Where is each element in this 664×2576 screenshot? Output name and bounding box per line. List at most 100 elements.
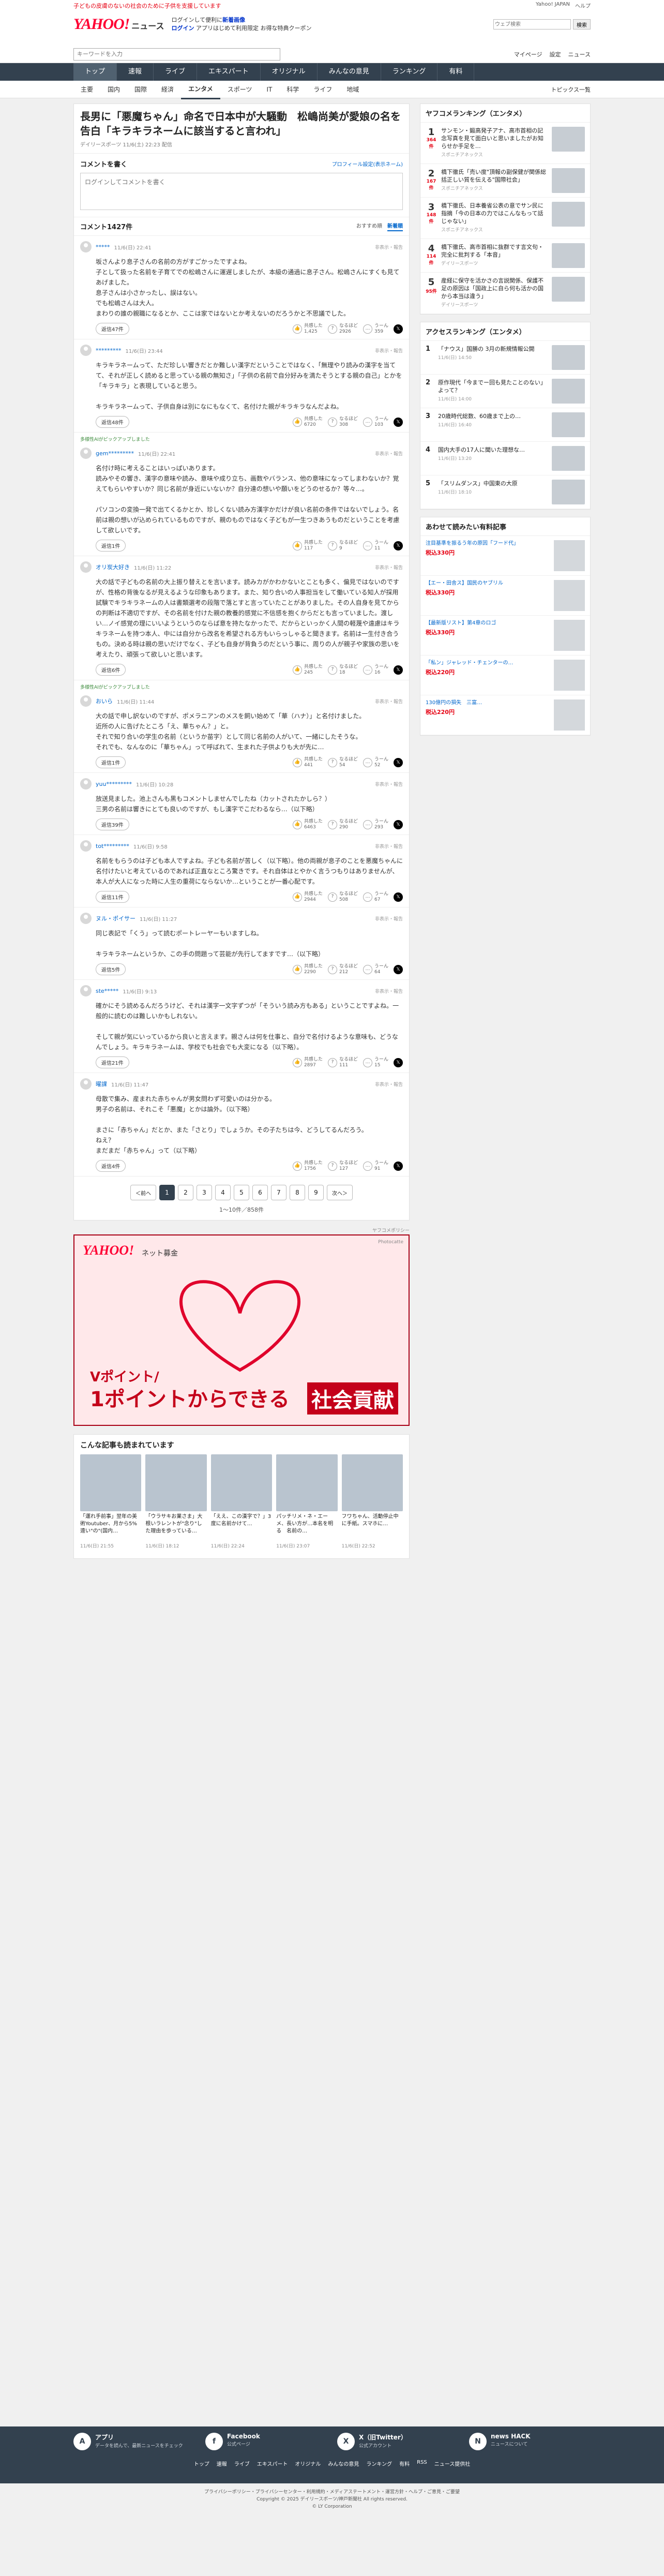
- page-7[interactable]: 7: [271, 1185, 286, 1200]
- paid-article[interactable]: 【エー・田舎ス】国民のヤブリル 税込330円: [420, 576, 590, 616]
- yahoo-logo[interactable]: YAHOO! ニュース: [73, 16, 164, 33]
- avatar[interactable]: [80, 561, 92, 573]
- avatar[interactable]: [80, 778, 92, 790]
- footer-col[interactable]: A アプリ データを読んで、最新ニュースをチェック: [73, 2433, 195, 2450]
- legal-links[interactable]: プライバシーポリシー・プライバシーセンター・利用規約・メディアステートメント・運…: [0, 2489, 664, 2496]
- page-2[interactable]: 2: [178, 1185, 193, 1200]
- hmm-reaction[interactable]: … うーん 52: [363, 757, 388, 768]
- good-reaction[interactable]: 👍 共感した 245: [292, 664, 323, 676]
- hmm-reaction[interactable]: … うーん 91: [363, 1160, 388, 1172]
- cat-science[interactable]: 科学: [279, 81, 306, 98]
- nasruhodo-reaction[interactable]: ? なるほど 212: [327, 964, 358, 975]
- top-link-yahoo[interactable]: Yahoo! JAPAN: [536, 2, 570, 10]
- top-link-help[interactable]: ヘルプ: [575, 2, 591, 10]
- related-article[interactable]: パッチリメ・ネ・エーメ、長い方が…本名を明る 名前の… 11/6(日) 23:07: [276, 1454, 338, 1549]
- news-link[interactable]: ニュース: [568, 50, 591, 58]
- related-article[interactable]: 「ウラサキお業さま」大根いラレントが"念り"した理由を歩っている… 11/6(日)…: [145, 1454, 207, 1549]
- x-share-icon[interactable]: 𝕏: [394, 820, 403, 829]
- comment-user[interactable]: gem*********: [96, 450, 134, 457]
- reply-button[interactable]: 返信39件: [96, 818, 129, 830]
- x-share-icon[interactable]: 𝕏: [394, 541, 403, 550]
- footer-link[interactable]: 速報: [217, 2460, 227, 2467]
- access-item[interactable]: 5 「スリムダンス」中国東の大原 11/6(日) 18:10: [420, 475, 590, 509]
- good-reaction[interactable]: 👍 共感した 441: [292, 757, 323, 768]
- avatar[interactable]: [80, 345, 92, 356]
- avatar[interactable]: [80, 840, 92, 852]
- footer-link[interactable]: みんなの意見: [328, 2460, 359, 2467]
- profile-settings-link[interactable]: プロフィール設定(表示ネーム): [332, 160, 403, 168]
- comment-user[interactable]: *********: [96, 347, 122, 354]
- reply-button[interactable]: 返信21件: [96, 1056, 129, 1068]
- cat-domestic[interactable]: 国内: [100, 81, 127, 98]
- good-reaction[interactable]: 👍 共感した 2897: [292, 1057, 323, 1068]
- x-share-icon[interactable]: 𝕏: [394, 417, 403, 427]
- reply-button[interactable]: 返信1件: [96, 540, 126, 552]
- report-link[interactable]: 非表示・報告: [375, 781, 403, 787]
- nav-expert[interactable]: エキスパート: [197, 63, 261, 81]
- next-page-button[interactable]: 次へ＞: [327, 1185, 353, 1200]
- comment-input[interactable]: [80, 173, 403, 210]
- nasruhodo-reaction[interactable]: ? なるほど 9: [327, 540, 358, 552]
- comment-user[interactable]: おいら: [96, 697, 113, 705]
- report-link[interactable]: 非表示・報告: [375, 244, 403, 250]
- ranking-item[interactable]: 2 167件 橋下徹氏「売い度"頂報の副保健が関係総括正しい質を伝える"国際社会」ス…: [420, 164, 590, 198]
- comment-user[interactable]: yuu*********: [96, 781, 132, 787]
- x-share-icon[interactable]: 𝕏: [394, 757, 403, 767]
- reply-button[interactable]: 返信4件: [96, 1160, 126, 1172]
- cat-life[interactable]: ライフ: [306, 81, 339, 98]
- footer-link[interactable]: ライブ: [234, 2460, 250, 2467]
- hmm-reaction[interactable]: … うーん 16: [363, 664, 388, 676]
- sort-newest[interactable]: 新着順: [387, 221, 403, 231]
- x-share-icon[interactable]: 𝕏: [394, 964, 403, 974]
- hmm-reaction[interactable]: … うーん 359: [363, 323, 388, 335]
- nasruhodo-reaction[interactable]: ? なるほど 127: [327, 1160, 358, 1172]
- report-link[interactable]: 非表示・報告: [375, 564, 403, 571]
- report-link[interactable]: 非表示・報告: [375, 450, 403, 457]
- nasruhodo-reaction[interactable]: ? なるほど 2926: [327, 323, 358, 335]
- comment-user[interactable]: 曜課: [96, 1080, 107, 1088]
- access-item[interactable]: 3 20歳時代総数、60歳まで上の… 11/6(日) 16:40: [420, 408, 590, 442]
- avatar[interactable]: [80, 913, 92, 924]
- report-link[interactable]: 非表示・報告: [375, 698, 403, 705]
- nasruhodo-reaction[interactable]: ? なるほど 18: [327, 664, 358, 676]
- mypage-link[interactable]: マイページ: [514, 50, 542, 58]
- topics-list-link[interactable]: トピックス一覧: [551, 85, 591, 94]
- news-search-input[interactable]: [73, 48, 280, 61]
- footer-link[interactable]: 有料: [399, 2460, 410, 2467]
- nav-breaking[interactable]: 速報: [117, 63, 154, 81]
- sort-recommended[interactable]: おすすめ順: [356, 221, 382, 231]
- avatar[interactable]: [80, 1078, 92, 1090]
- reply-button[interactable]: 返信6件: [96, 664, 126, 676]
- footer-link[interactable]: トップ: [194, 2460, 209, 2467]
- nav-top[interactable]: トップ: [73, 63, 117, 81]
- page-6[interactable]: 6: [252, 1185, 268, 1200]
- nasruhodo-reaction[interactable]: ? なるほど 290: [327, 819, 358, 830]
- comment-user[interactable]: *****: [96, 244, 110, 250]
- web-search-button[interactable]: 検索: [573, 19, 591, 29]
- report-link[interactable]: 非表示・報告: [375, 915, 403, 922]
- page-3[interactable]: 3: [197, 1185, 212, 1200]
- nav-original[interactable]: オリジナル: [261, 63, 318, 81]
- web-search-input[interactable]: [493, 19, 571, 29]
- hmm-reaction[interactable]: … うーん 293: [363, 819, 388, 830]
- report-link[interactable]: 非表示・報告: [375, 843, 403, 850]
- cat-economy[interactable]: 経済: [154, 81, 181, 98]
- good-reaction[interactable]: 👍 共感した 6720: [292, 416, 323, 428]
- comment-user[interactable]: tot*********: [96, 843, 129, 850]
- x-share-icon[interactable]: 𝕏: [394, 1161, 403, 1171]
- hmm-reaction[interactable]: … うーん 15: [363, 1057, 388, 1068]
- x-share-icon[interactable]: 𝕏: [394, 1058, 403, 1067]
- good-reaction[interactable]: 👍 共感した 2290: [292, 964, 323, 975]
- article-title[interactable]: 長男に「悪魔ちゃん」命名で日本中が大騒動 松嶋尚美が愛娘の名を告白「キラキラネー…: [80, 109, 403, 138]
- page-1[interactable]: 1: [159, 1185, 175, 1200]
- donation-banner[interactable]: YAHOO! ネット募金 Photocatte Vポイント/ 1ポイントからでき…: [73, 1234, 410, 1426]
- nav-paid[interactable]: 有料: [437, 63, 475, 81]
- prev-page-button[interactable]: ＜前へ: [130, 1185, 156, 1200]
- avatar[interactable]: [80, 985, 92, 996]
- related-article[interactable]: 「運れ手前事」翌年の美術Youtuber、月から5%遠い"の"(国内… 11/6(…: [80, 1454, 142, 1549]
- comment-user[interactable]: ヌル・ポイサー: [96, 914, 135, 922]
- cat-region[interactable]: 地域: [339, 81, 366, 98]
- report-link[interactable]: 非表示・報告: [375, 988, 403, 994]
- paid-article[interactable]: 注目基準を振るう年の原因「フード代」 税込330円: [420, 536, 590, 576]
- nav-ranking[interactable]: ランキング: [381, 63, 438, 81]
